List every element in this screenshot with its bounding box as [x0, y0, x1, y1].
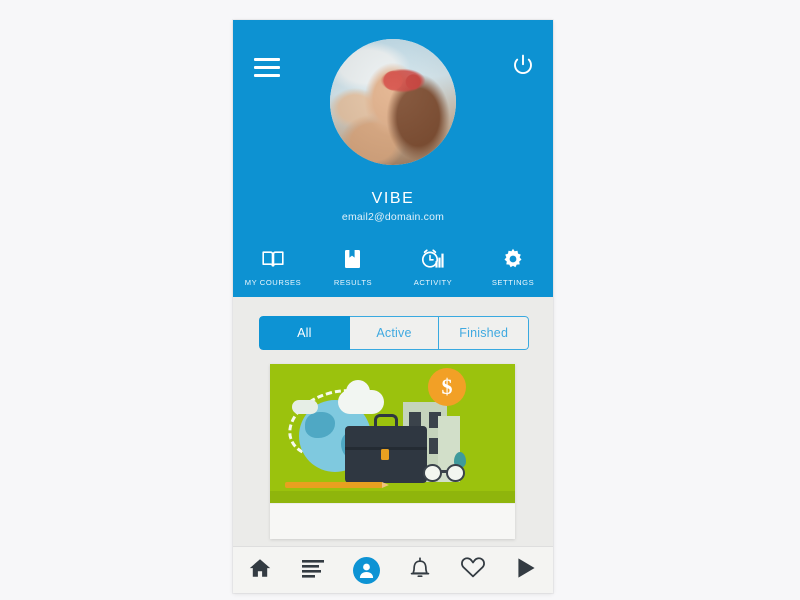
- bell-notification-icon: [409, 556, 431, 585]
- list-lines-icon: [301, 558, 325, 583]
- power-icon[interactable]: [511, 53, 535, 77]
- briefcase-handle: [374, 414, 398, 428]
- filter-all[interactable]: All: [259, 316, 350, 350]
- bookmark-book-icon: [313, 247, 393, 271]
- eyeglasses-icon: [423, 464, 467, 482]
- pencil-icon: [285, 482, 389, 488]
- phone-screen: VIBE email2@domain.com MY COURSES RESULT…: [233, 20, 553, 593]
- course-banner-illustration: $: [270, 364, 515, 503]
- alarm-clock-chart-icon: [393, 247, 473, 271]
- tab-label: MY COURSES: [244, 278, 302, 287]
- nav-play[interactable]: [500, 547, 553, 593]
- hamburger-bar: [254, 74, 280, 77]
- desk-surface: [270, 491, 515, 503]
- profile-person-icon: [352, 556, 380, 584]
- tab-activity[interactable]: ACTIVITY: [393, 247, 473, 287]
- tab-results[interactable]: RESULTS: [313, 247, 393, 287]
- profile-email: email2@domain.com: [341, 211, 445, 223]
- dollar-coin-icon: $: [428, 368, 466, 406]
- heart-favorite-icon: [460, 556, 486, 584]
- filter-finished[interactable]: Finished: [439, 316, 529, 350]
- glasses-lens: [446, 464, 465, 482]
- gear-icon: [473, 247, 553, 271]
- cloud-icon: [338, 380, 384, 414]
- tab-label: ACTIVITY: [413, 278, 453, 287]
- nav-profile[interactable]: [340, 547, 393, 593]
- hamburger-bar: [254, 58, 280, 61]
- header-tab-bar: MY COURSES RESULTS ACTIVITY SETTINGS: [233, 247, 553, 287]
- nav-favorites[interactable]: [446, 547, 499, 593]
- nav-notifications[interactable]: [393, 547, 446, 593]
- profile-header: VIBE email2@domain.com MY COURSES RESULT…: [233, 20, 553, 297]
- cloud-small-icon: [292, 400, 318, 414]
- nav-list[interactable]: [286, 547, 339, 593]
- screenshot-stage: VIBE email2@domain.com MY COURSES RESULT…: [0, 0, 800, 600]
- avatar-vignette: [330, 39, 456, 165]
- glasses-lens: [423, 464, 442, 482]
- nav-home[interactable]: [233, 547, 286, 593]
- profile-name: VIBE: [371, 190, 415, 207]
- tab-label: SETTINGS: [491, 278, 535, 287]
- tab-label: RESULTS: [333, 278, 373, 287]
- filter-active[interactable]: Active: [349, 316, 440, 350]
- hamburger-menu-icon[interactable]: [254, 58, 280, 77]
- home-icon: [248, 556, 272, 585]
- briefcase-latch: [381, 449, 389, 460]
- course-filter-segmented-control: All Active Finished: [259, 316, 529, 350]
- hamburger-bar: [254, 66, 280, 69]
- course-card[interactable]: $: [270, 364, 515, 539]
- open-book-icon: [233, 247, 313, 271]
- content-area: All Active Finished $: [233, 297, 553, 546]
- play-triangle-icon: [515, 556, 537, 585]
- course-card-footer: [270, 503, 515, 539]
- tab-settings[interactable]: SETTINGS: [473, 247, 553, 287]
- bottom-navigation-bar: [233, 546, 553, 593]
- avatar[interactable]: [330, 39, 456, 165]
- tab-my-courses[interactable]: MY COURSES: [233, 247, 313, 287]
